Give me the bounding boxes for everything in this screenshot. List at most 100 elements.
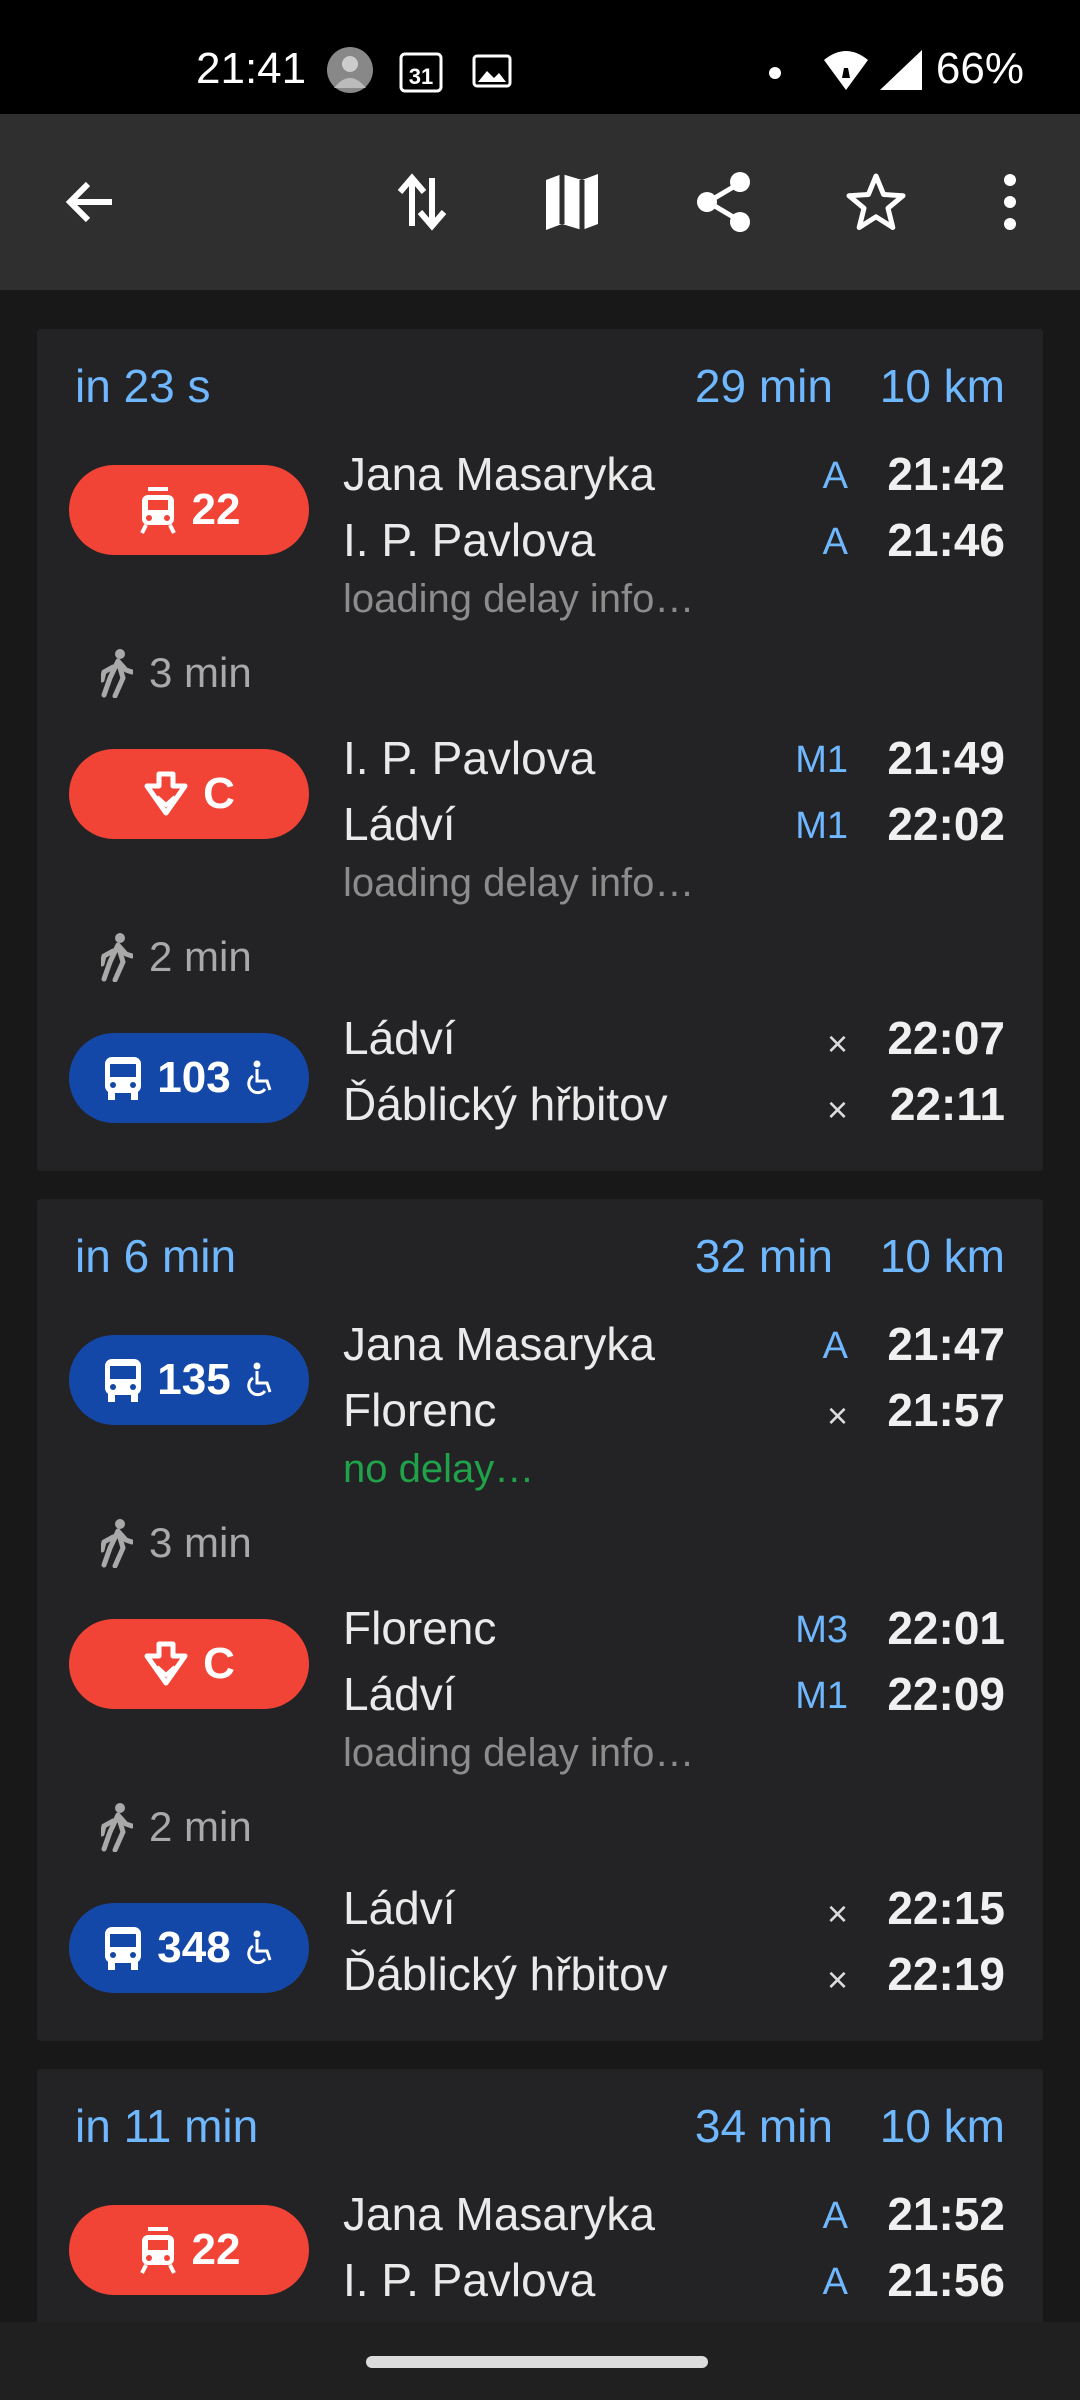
favorite-button[interactable]: [826, 152, 926, 252]
connection-header: in 6 min 32 min 10 km: [75, 1229, 1005, 1289]
walk-duration: 2 min: [149, 933, 252, 980]
connection-header: in 11 min 34 min 10 km: [75, 2099, 1005, 2159]
line-number: 135: [157, 1355, 231, 1404]
share-button[interactable]: [674, 152, 774, 252]
more-vert-icon: [1004, 174, 1016, 230]
status-time: 21:41: [196, 44, 307, 93]
walk-icon: [101, 1803, 133, 1852]
tram-icon: [139, 2227, 176, 2274]
trip-duration: 29 min: [694, 360, 833, 412]
connection-card[interactable]: in 6 min 32 min 10 km 135 Jana Masaryka …: [37, 1199, 1043, 2041]
line-badge[interactable]: 135: [69, 1335, 309, 1425]
delay-info: no delay…: [343, 1447, 535, 1491]
from-platform: A: [822, 2195, 848, 2237]
from-stop: I. P. Pavlova: [343, 732, 596, 784]
connection-card[interactable]: in 23 s 29 min 10 km 22 Jana Masaryka A …: [37, 329, 1043, 1171]
from-platform: ×: [826, 1023, 848, 1064]
to-platform: M1: [795, 805, 848, 847]
walk-duration: 2 min: [149, 1803, 252, 1850]
departure-in: in 23 s: [75, 360, 211, 412]
delay-info: loading delay info…: [343, 577, 695, 621]
from-platform: M1: [795, 739, 848, 781]
share-icon: [697, 172, 750, 232]
walk-icon: [101, 649, 133, 698]
walk-transfer: 2 min: [101, 1797, 252, 1857]
map-icon: [546, 174, 598, 230]
metro-icon: [144, 1641, 188, 1686]
from-platform: A: [822, 1325, 848, 1367]
from-stop: Ládví: [343, 1012, 456, 1064]
line-number: 103: [157, 1053, 231, 1102]
to-platform: ×: [826, 1959, 848, 2000]
from-platform: ×: [826, 1893, 848, 1934]
system-navigation-bar: [0, 2322, 1080, 2400]
image-icon: [472, 54, 512, 93]
from-stop: Jana Masaryka: [343, 1318, 655, 1370]
to-stop: I. P. Pavlova: [343, 514, 596, 566]
line-badge[interactable]: 348: [69, 1903, 309, 1993]
from-stop: Jana Masaryka: [343, 448, 655, 500]
line-badge[interactable]: 22: [69, 465, 309, 555]
back-button[interactable]: [40, 152, 140, 252]
home-gesture-handle[interactable]: [366, 2356, 708, 2368]
departure-time: 21:49: [887, 732, 1005, 784]
arrival-time: 21:46: [887, 514, 1005, 566]
walk-icon: [101, 933, 133, 982]
line-number: 22: [191, 485, 241, 534]
line-number: 348: [157, 1923, 231, 1972]
trip-duration: 32 min: [694, 1230, 833, 1282]
more-options-button[interactable]: [960, 152, 1060, 252]
trip-duration: 34 min: [694, 2100, 833, 2152]
swap-direction-button[interactable]: [372, 152, 472, 252]
to-stop: I. P. Pavlova: [343, 2254, 596, 2306]
line-badge[interactable]: 22: [69, 2205, 309, 2295]
calendar-day-text: 31: [409, 64, 433, 89]
delay-info: loading delay info…: [343, 861, 695, 905]
connections-list[interactable]: in 23 s 29 min 10 km 22 Jana Masaryka A …: [0, 290, 1080, 2322]
to-platform: ×: [826, 1395, 848, 1436]
trip-distance: 10 km: [879, 360, 1005, 412]
line-badge[interactable]: C: [69, 749, 309, 839]
walk-transfer: 3 min: [101, 1513, 252, 1573]
delay-info: loading delay info…: [343, 1731, 695, 1775]
battery-percent: 66%: [935, 44, 1024, 93]
wheelchair-icon: [247, 1930, 272, 1965]
to-platform: M1: [795, 1675, 848, 1717]
departure-time: 22:01: [887, 1602, 1005, 1654]
status-bar: 21:41 31 66%: [0, 0, 1080, 114]
walk-icon: [101, 1519, 133, 1568]
connection-header: in 23 s 29 min 10 km: [75, 359, 1005, 419]
wheelchair-icon: [247, 1362, 272, 1397]
trip-distance: 10 km: [879, 2100, 1005, 2152]
connection-card[interactable]: in 11 min 34 min 10 km 22 Jana Masaryka …: [37, 2069, 1043, 2322]
calendar-icon: 31: [398, 48, 444, 99]
departure-in: in 6 min: [75, 1230, 237, 1282]
departure-in: in 11 min: [75, 2100, 259, 2152]
departure-time: 21:52: [887, 2188, 1005, 2240]
bus-icon: [105, 1359, 142, 1402]
line-number: C: [203, 1639, 235, 1688]
back-arrow-icon: [65, 181, 112, 223]
avatar-icon: [326, 46, 374, 99]
line-badge[interactable]: 103: [69, 1033, 309, 1123]
trip-distance: 10 km: [879, 1230, 1005, 1282]
from-platform: M3: [795, 1609, 848, 1651]
arrival-time: 22:19: [887, 1948, 1005, 2000]
wheelchair-icon: [247, 1060, 272, 1095]
wifi-icon: [822, 48, 870, 97]
arrival-time: 21:56: [887, 2254, 1005, 2306]
swap-icon: [397, 173, 447, 231]
departure-time: 22:15: [887, 1882, 1005, 1934]
walk-duration: 3 min: [149, 649, 252, 696]
bus-icon: [105, 1057, 142, 1100]
map-button[interactable]: [522, 152, 622, 252]
from-platform: A: [822, 455, 848, 497]
from-stop: Florenc: [343, 1602, 497, 1654]
walk-transfer: 2 min: [101, 927, 252, 987]
walk-duration: 3 min: [149, 1519, 252, 1566]
line-badge[interactable]: C: [69, 1619, 309, 1709]
departure-time: 21:47: [887, 1318, 1005, 1370]
star-icon: [846, 173, 906, 230]
to-platform: A: [822, 521, 848, 563]
bus-icon: [105, 1927, 142, 1970]
